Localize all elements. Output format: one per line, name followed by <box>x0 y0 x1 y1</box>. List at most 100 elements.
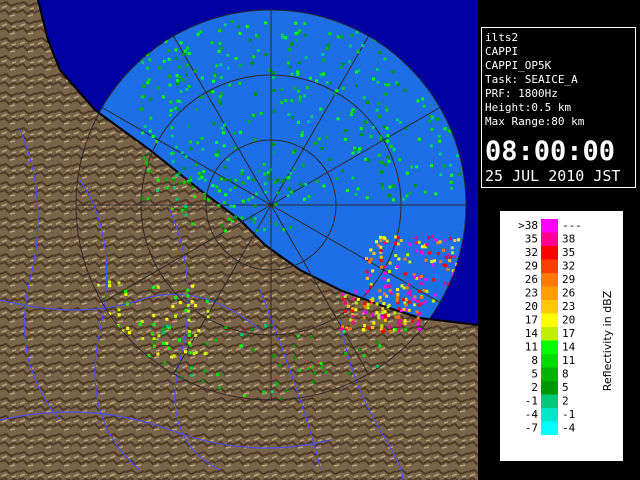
echo-pixel <box>386 139 390 143</box>
echo-pixel <box>271 71 275 75</box>
legend-color-swatch <box>541 259 558 273</box>
echo-pixel <box>357 69 361 73</box>
legend-color-swatch <box>541 340 558 354</box>
echo-pixel <box>172 185 176 189</box>
echo-pixel <box>305 86 309 90</box>
echo-pixel <box>148 129 152 133</box>
echo-pixel <box>355 30 359 34</box>
echo-pixel <box>386 305 390 309</box>
echo-pixel <box>222 144 226 148</box>
echo-pixel <box>289 190 293 194</box>
echo-pixel <box>141 196 145 200</box>
echo-pixel <box>363 301 367 305</box>
echo-pixel <box>392 198 395 202</box>
echo-pixel <box>359 133 363 137</box>
echo-pixel <box>286 194 290 198</box>
legend-left-label: -7 <box>525 422 538 435</box>
echo-pixel <box>248 38 252 42</box>
echo-pixel <box>448 259 452 263</box>
legend-right-label: 5 <box>562 381 569 394</box>
legend-left-label: 2 <box>531 381 538 394</box>
echo-pixel <box>409 293 412 297</box>
echo-pixel <box>176 99 180 103</box>
echo-pixel <box>387 284 391 288</box>
echo-pixel <box>295 38 298 42</box>
echo-pixel <box>377 316 381 320</box>
legend-color-swatch <box>541 313 558 327</box>
echo-pixel <box>193 69 197 73</box>
echo-pixel <box>376 364 380 368</box>
echo-pixel <box>240 216 244 220</box>
echo-pixel <box>430 164 433 168</box>
echo-pixel <box>400 284 404 288</box>
echo-pixel <box>224 178 227 182</box>
echo-pixel <box>152 313 156 317</box>
legend-row: 17 20 <box>525 313 575 327</box>
echo-pixel <box>178 75 182 79</box>
echo-pixel <box>205 299 209 303</box>
echo-pixel <box>169 100 173 104</box>
echo-pixel <box>217 189 221 193</box>
echo-pixel <box>371 125 375 129</box>
echo-pixel <box>378 344 382 348</box>
legend-right-label: 2 <box>562 395 569 408</box>
echo-pixel <box>335 177 339 180</box>
echo-pixel <box>351 309 354 313</box>
echo-pixel <box>456 154 459 158</box>
echo-pixel <box>203 369 207 373</box>
echo-pixel <box>403 88 407 92</box>
echo-pixel <box>415 165 419 169</box>
echo-pixel <box>372 252 376 255</box>
echo-pixel <box>366 326 370 330</box>
echo-pixel <box>143 124 147 128</box>
echo-pixel <box>307 120 311 124</box>
echo-pixel <box>172 354 176 358</box>
echo-pixel <box>415 310 419 314</box>
echo-pixel <box>200 76 204 80</box>
echo-pixel <box>140 95 144 99</box>
echo-pixel <box>385 108 389 112</box>
echo-pixel <box>219 102 223 106</box>
echo-pixel <box>204 351 208 355</box>
echo-pixel <box>416 99 420 103</box>
echo-pixel <box>182 180 186 184</box>
legend-left-label: 14 <box>525 327 539 340</box>
echo-pixel <box>149 97 153 101</box>
echo-pixel <box>288 48 292 51</box>
legend-color-swatch <box>541 286 558 300</box>
echo-pixel <box>382 292 386 296</box>
echo-pixel <box>377 102 381 106</box>
legend-row: -4 -1 <box>525 408 575 422</box>
echo-pixel <box>371 269 375 273</box>
echo-pixel <box>223 23 227 27</box>
echo-pixel <box>286 61 290 65</box>
echo-pixel <box>220 177 224 181</box>
echo-pixel <box>303 22 307 26</box>
echo-pixel <box>365 270 369 274</box>
echo-pixel <box>444 256 448 259</box>
station-name: ilts2 <box>485 31 519 44</box>
echo-pixel <box>420 302 424 305</box>
echo-pixel <box>145 163 149 167</box>
echo-pixel <box>158 66 162 70</box>
echo-pixel <box>382 302 386 306</box>
echo-pixel <box>439 260 443 264</box>
echo-pixel <box>366 159 370 162</box>
echo-pixel <box>189 147 193 151</box>
echo-pixel <box>376 243 380 247</box>
echo-pixel <box>212 79 215 83</box>
echo-pixel <box>272 76 275 80</box>
echo-pixel <box>233 216 237 220</box>
echo-pixel <box>417 303 421 307</box>
echo-pixel <box>407 282 411 286</box>
echo-pixel <box>389 144 393 148</box>
echo-pixel <box>224 193 228 197</box>
echo-pixel <box>211 184 215 188</box>
echo-pixel <box>458 172 462 176</box>
echo-pixel <box>238 31 242 35</box>
echo-pixel <box>185 88 189 91</box>
legend-right-label: 8 <box>562 368 569 381</box>
echo-pixel <box>423 190 427 194</box>
echo-pixel <box>165 317 169 321</box>
echo-pixel <box>162 341 165 345</box>
